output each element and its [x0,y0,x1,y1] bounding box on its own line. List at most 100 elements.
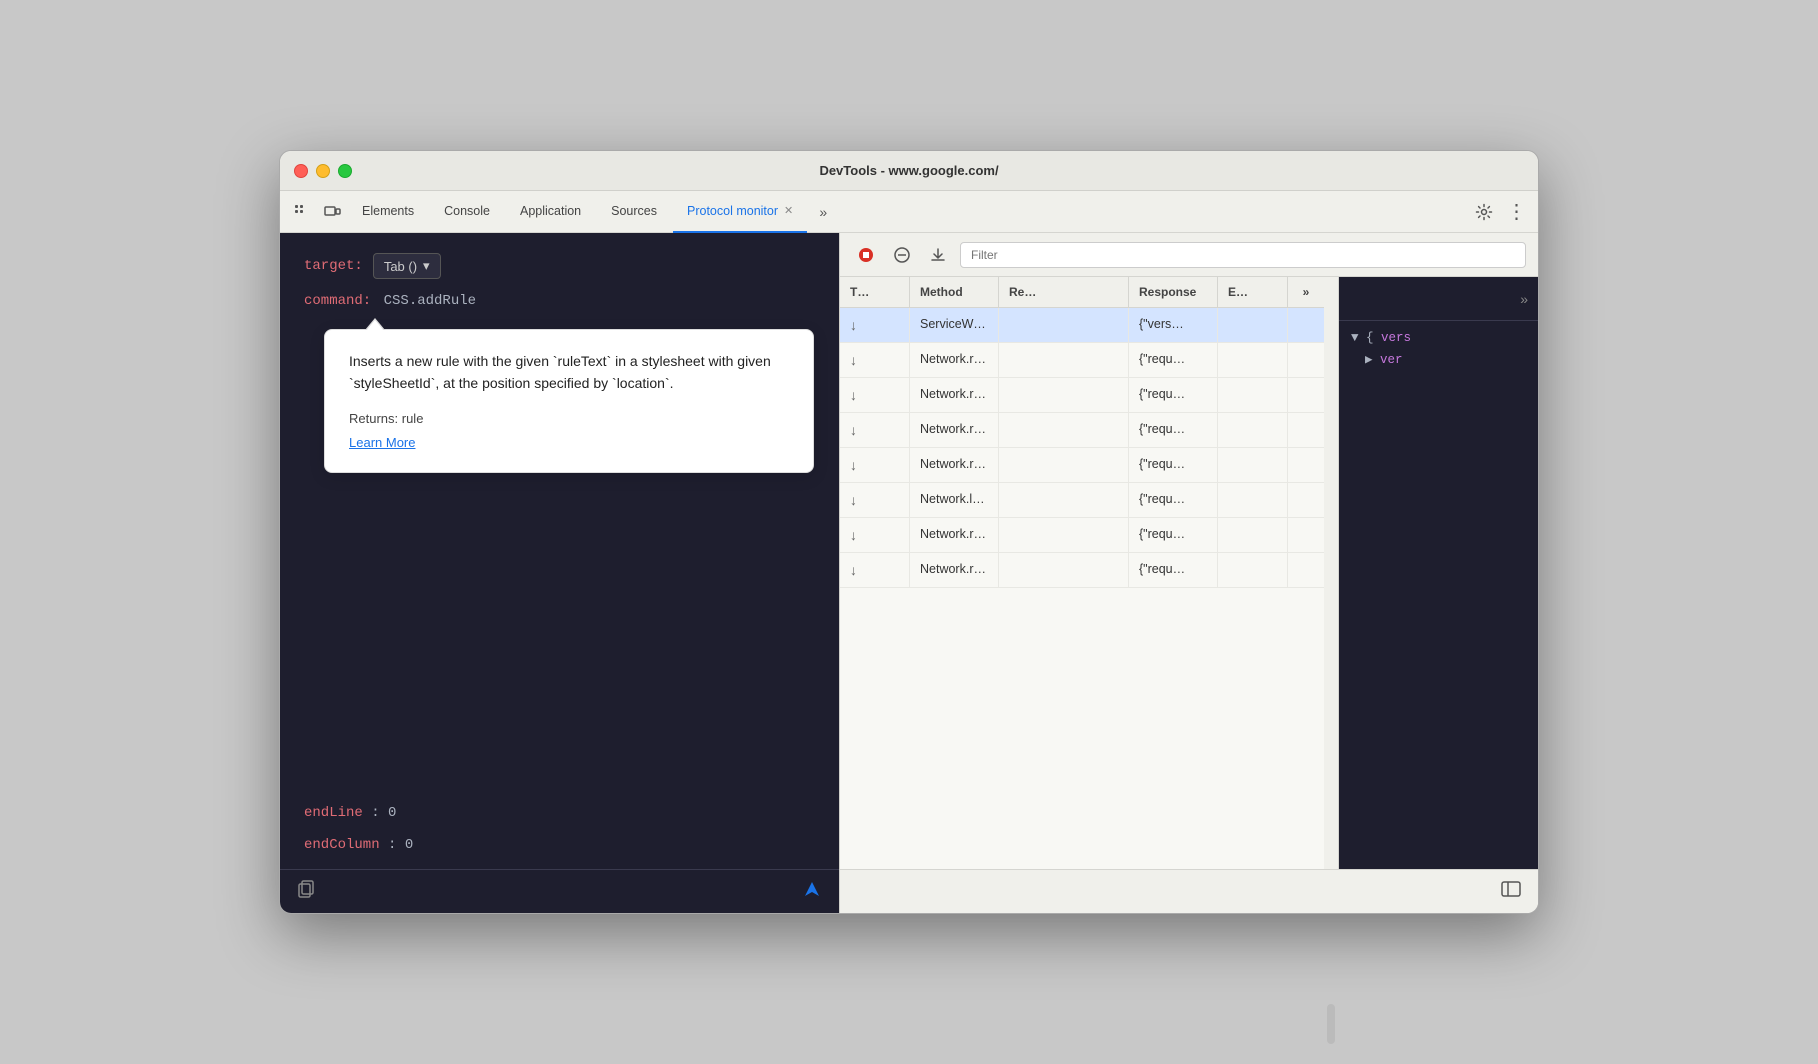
row-extra [1288,378,1324,412]
row-request [999,553,1129,587]
row-elapsed [1218,343,1288,377]
target-label: target: [304,258,363,274]
tab-elements[interactable]: Elements [348,191,428,233]
scrollbar[interactable] [1324,277,1338,869]
row-elapsed [1218,378,1288,412]
cursor-icon[interactable] [288,198,316,226]
row-elapsed [1218,518,1288,552]
tab-sources[interactable]: Sources [597,191,671,233]
main-content: target: Tab () ▾ command: CSS.addRule In… [280,233,1538,913]
table-row[interactable]: ↓ Network.lo… {"requ… [840,483,1324,518]
col-header-request: Re… [999,277,1129,307]
tab-close-icon[interactable]: ✕ [784,204,793,217]
copy-icon[interactable] [296,879,316,904]
clear-button[interactable] [888,241,916,269]
send-button[interactable] [801,878,823,906]
filter-input[interactable] [960,242,1526,268]
row-request [999,308,1129,342]
row-response: {"requ… [1129,343,1218,377]
more-tabs-icon[interactable]: » [809,198,837,226]
row-request [999,413,1129,447]
table-row[interactable]: ↓ Network.re… {"requ… [840,553,1324,588]
tooltip-arrow [365,318,385,330]
row-request [999,483,1129,517]
code-params: endLine : 0 endColumn : 0 [280,805,839,869]
row-response: {"vers… [1129,308,1218,342]
row-request [999,448,1129,482]
row-method: Network.re… [910,448,999,482]
tab-application[interactable]: Application [506,191,595,233]
json-viewer-content: ▼ { vers ▶ ver [1339,321,1538,383]
row-response: {"requ… [1129,448,1218,482]
row-elapsed [1218,413,1288,447]
table-section: T… Method Re… Response E… » ↓ ServiceWo… [840,277,1324,869]
table-row[interactable]: ↓ Network.re… {"requ… [840,518,1324,553]
row-elapsed [1218,553,1288,587]
row-method: Network.re… [910,553,999,587]
row-extra [1288,413,1324,447]
window-title: DevTools - www.google.com/ [819,163,998,178]
json-viewer-panel: » ▼ { vers ▶ ver [1338,277,1538,869]
row-type: ↓ [840,483,910,517]
tab-protocol-monitor[interactable]: Protocol monitor ✕ [673,191,807,233]
right-panel-inner: T… Method Re… Response E… » ↓ ServiceWo… [840,277,1538,869]
command-label: command: [304,293,371,309]
row-type: ↓ [840,518,910,552]
minimize-button[interactable] [316,164,330,178]
left-panel: target: Tab () ▾ command: CSS.addRule In… [280,233,840,913]
col-header-method: Method [910,277,999,307]
right-toolbar [840,233,1538,277]
expand-icon[interactable]: » [1520,291,1528,307]
table-header: T… Method Re… Response E… » [840,277,1324,308]
collapse-panel-button[interactable] [1500,878,1522,905]
row-request [999,378,1129,412]
row-extra [1288,343,1324,377]
row-method: ServiceWo… [910,308,999,342]
row-elapsed [1218,483,1288,517]
row-response: {"requ… [1129,518,1218,552]
table-row[interactable]: ↓ Network.re… {"requ… [840,448,1324,483]
row-type: ↓ [840,448,910,482]
tooltip-returns: Returns: rule [349,411,789,426]
table-row[interactable]: ↓ Network.re… {"requ… [840,413,1324,448]
row-method: Network.lo… [910,483,999,517]
settings-button[interactable] [1470,198,1498,226]
save-button[interactable] [924,241,952,269]
row-extra [1288,308,1324,342]
row-method: Network.re… [910,378,999,412]
command-row: command: CSS.addRule [304,293,815,309]
device-toggle-icon[interactable] [318,198,346,226]
traffic-lights [294,164,352,178]
command-value: CSS.addRule [384,293,476,309]
row-type: ↓ [840,553,910,587]
row-method: Network.re… [910,343,999,377]
table-row[interactable]: ↓ Network.re… {"requ… [840,378,1324,413]
table-row[interactable]: ↓ Network.re… {"requ… [840,343,1324,378]
dropdown-arrow-icon: ▾ [423,258,430,274]
maximize-button[interactable] [338,164,352,178]
more-options-button[interactable]: ⋮ [1502,198,1530,226]
param-end-line: endLine : 0 [304,805,815,821]
col-header-elapsed: E… [1218,277,1288,307]
right-bottom-bar [840,869,1538,913]
table-row[interactable]: ↓ ServiceWo… {"vers… [840,308,1324,343]
row-method: Network.re… [910,413,999,447]
row-response: {"requ… [1129,553,1218,587]
row-type: ↓ [840,413,910,447]
row-type: ↓ [840,378,910,412]
col-header-response: Response [1129,277,1218,307]
stop-recording-button[interactable] [852,241,880,269]
row-extra [1288,483,1324,517]
target-dropdown[interactable]: Tab () ▾ [373,253,441,279]
row-response: {"requ… [1129,378,1218,412]
tab-console[interactable]: Console [430,191,504,233]
table-body: ↓ ServiceWo… {"vers… ↓ Network.re… [840,308,1324,869]
learn-more-link[interactable]: Learn More [349,435,415,450]
row-request [999,343,1129,377]
left-bottom-bar [280,869,839,913]
close-button[interactable] [294,164,308,178]
row-type: ↓ [840,308,910,342]
param-end-column: endColumn : 0 [304,837,815,853]
target-row: target: Tab () ▾ [304,253,815,279]
row-elapsed [1218,448,1288,482]
